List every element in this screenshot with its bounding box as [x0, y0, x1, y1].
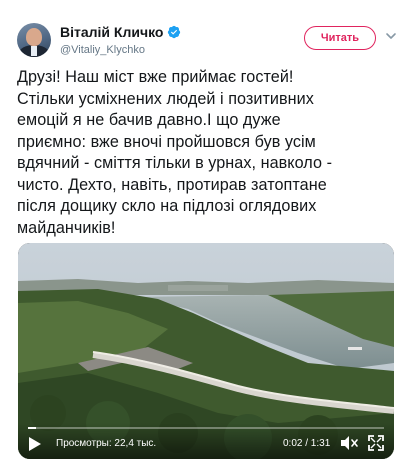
video-progress-fill	[28, 427, 36, 429]
play-icon[interactable]	[28, 436, 42, 452]
video-progress-bar[interactable]	[28, 427, 384, 429]
avatar[interactable]	[17, 23, 51, 57]
volume-muted-icon[interactable]	[340, 435, 358, 451]
view-count: Просмотры: 22,4 тыс.	[56, 438, 157, 449]
video-player[interactable]: Просмотры: 22,4 тыс. 0:02 / 1:31	[18, 243, 394, 459]
author-block[interactable]: Віталій Кличко @Vitaliy_Klychko	[60, 24, 181, 57]
verified-badge-icon	[168, 25, 181, 39]
video-controls: Просмотры: 22,4 тыс. 0:02 / 1:31	[18, 423, 394, 459]
display-name[interactable]: Віталій Кличко	[60, 24, 163, 40]
tweet-text: Друзі! Наш міст вже приймає гостей! Стіл…	[17, 68, 333, 237]
chevron-down-icon[interactable]	[385, 30, 397, 42]
fullscreen-icon[interactable]	[368, 435, 384, 451]
tweet-card: Віталій Кличко @Vitaliy_Klychko Читать Д…	[0, 0, 411, 473]
author-handle[interactable]: @Vitaliy_Klychko	[60, 43, 181, 57]
read-button[interactable]: Читать	[304, 26, 376, 50]
video-time: 0:02 / 1:31	[283, 438, 331, 449]
